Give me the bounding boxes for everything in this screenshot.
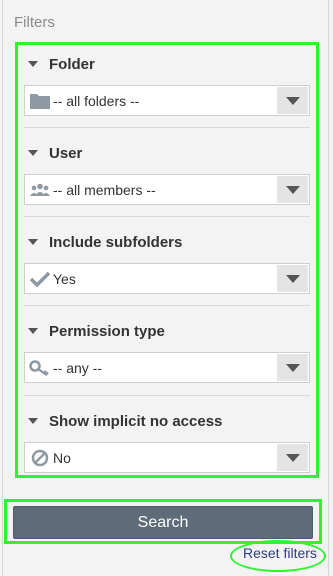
folder-dropdown-button[interactable]: [277, 87, 308, 114]
show-implicit-no-access-select[interactable]: No: [24, 442, 310, 473]
filter-show-implicit-no-access: Show implicit no access No: [24, 410, 310, 473]
users-icon: [28, 178, 52, 202]
chevron-down-icon: [285, 453, 300, 462]
permission-type-dropdown-button[interactable]: [277, 354, 308, 381]
caret-down-icon: [28, 418, 38, 424]
chevron-down-icon: [285, 96, 300, 105]
search-button[interactable]: Search: [13, 506, 313, 539]
search-button-group: Search: [4, 499, 322, 544]
folder-icon: [28, 89, 52, 113]
caret-down-icon: [28, 328, 38, 334]
filters-group: Folder -- all folders -- User -- all mem…: [15, 42, 319, 478]
divider: [24, 395, 310, 396]
filter-permission-type-header[interactable]: Permission type: [24, 320, 310, 342]
filter-user-label: User: [49, 144, 83, 162]
show-implicit-no-access-select-value: No: [53, 449, 71, 466]
filter-show-implicit-no-access-label: Show implicit no access: [49, 412, 223, 430]
divider: [24, 305, 310, 306]
chevron-down-icon: [285, 363, 300, 372]
include-subfolders-select-value: Yes: [53, 270, 76, 287]
filter-show-implicit-no-access-header[interactable]: Show implicit no access: [24, 410, 310, 432]
panel-title: Filters: [14, 14, 55, 31]
filter-folder-label: Folder: [49, 55, 95, 73]
include-subfolders-select[interactable]: Yes: [24, 263, 310, 294]
filter-permission-type-label: Permission type: [49, 322, 165, 340]
no-entry-icon: [28, 446, 52, 470]
include-subfolders-dropdown-button[interactable]: [277, 265, 308, 292]
permission-type-select[interactable]: -- any --: [24, 352, 310, 383]
divider: [24, 127, 310, 128]
filter-user-header[interactable]: User: [24, 142, 310, 164]
user-dropdown-button[interactable]: [277, 176, 308, 203]
filter-folder-header[interactable]: Folder: [24, 53, 310, 75]
permission-type-select-value: -- any --: [53, 359, 102, 376]
reset-filters-link[interactable]: Reset filters: [243, 545, 317, 561]
filter-include-subfolders: Include subfolders Yes: [24, 231, 310, 294]
folder-select[interactable]: -- all folders --: [24, 85, 310, 116]
checkmark-icon: [28, 267, 52, 291]
chevron-down-icon: [285, 274, 300, 283]
filter-include-subfolders-header[interactable]: Include subfolders: [24, 231, 310, 253]
filters-panel: Filters Folder -- all folders -- User --…: [2, 0, 329, 576]
chevron-down-icon: [285, 185, 300, 194]
user-select-value: -- all members --: [53, 181, 156, 198]
divider: [24, 216, 310, 217]
show-implicit-no-access-dropdown-button[interactable]: [277, 444, 308, 471]
folder-select-value: -- all folders --: [53, 92, 140, 109]
caret-down-icon: [28, 61, 38, 67]
key-icon: [28, 356, 52, 380]
filter-folder: Folder -- all folders --: [24, 53, 310, 116]
caret-down-icon: [28, 150, 38, 156]
caret-down-icon: [28, 239, 38, 245]
filter-include-subfolders-label: Include subfolders: [49, 233, 183, 251]
filter-permission-type: Permission type -- any --: [24, 320, 310, 383]
filter-user: User -- all members --: [24, 142, 310, 205]
user-select[interactable]: -- all members --: [24, 174, 310, 205]
